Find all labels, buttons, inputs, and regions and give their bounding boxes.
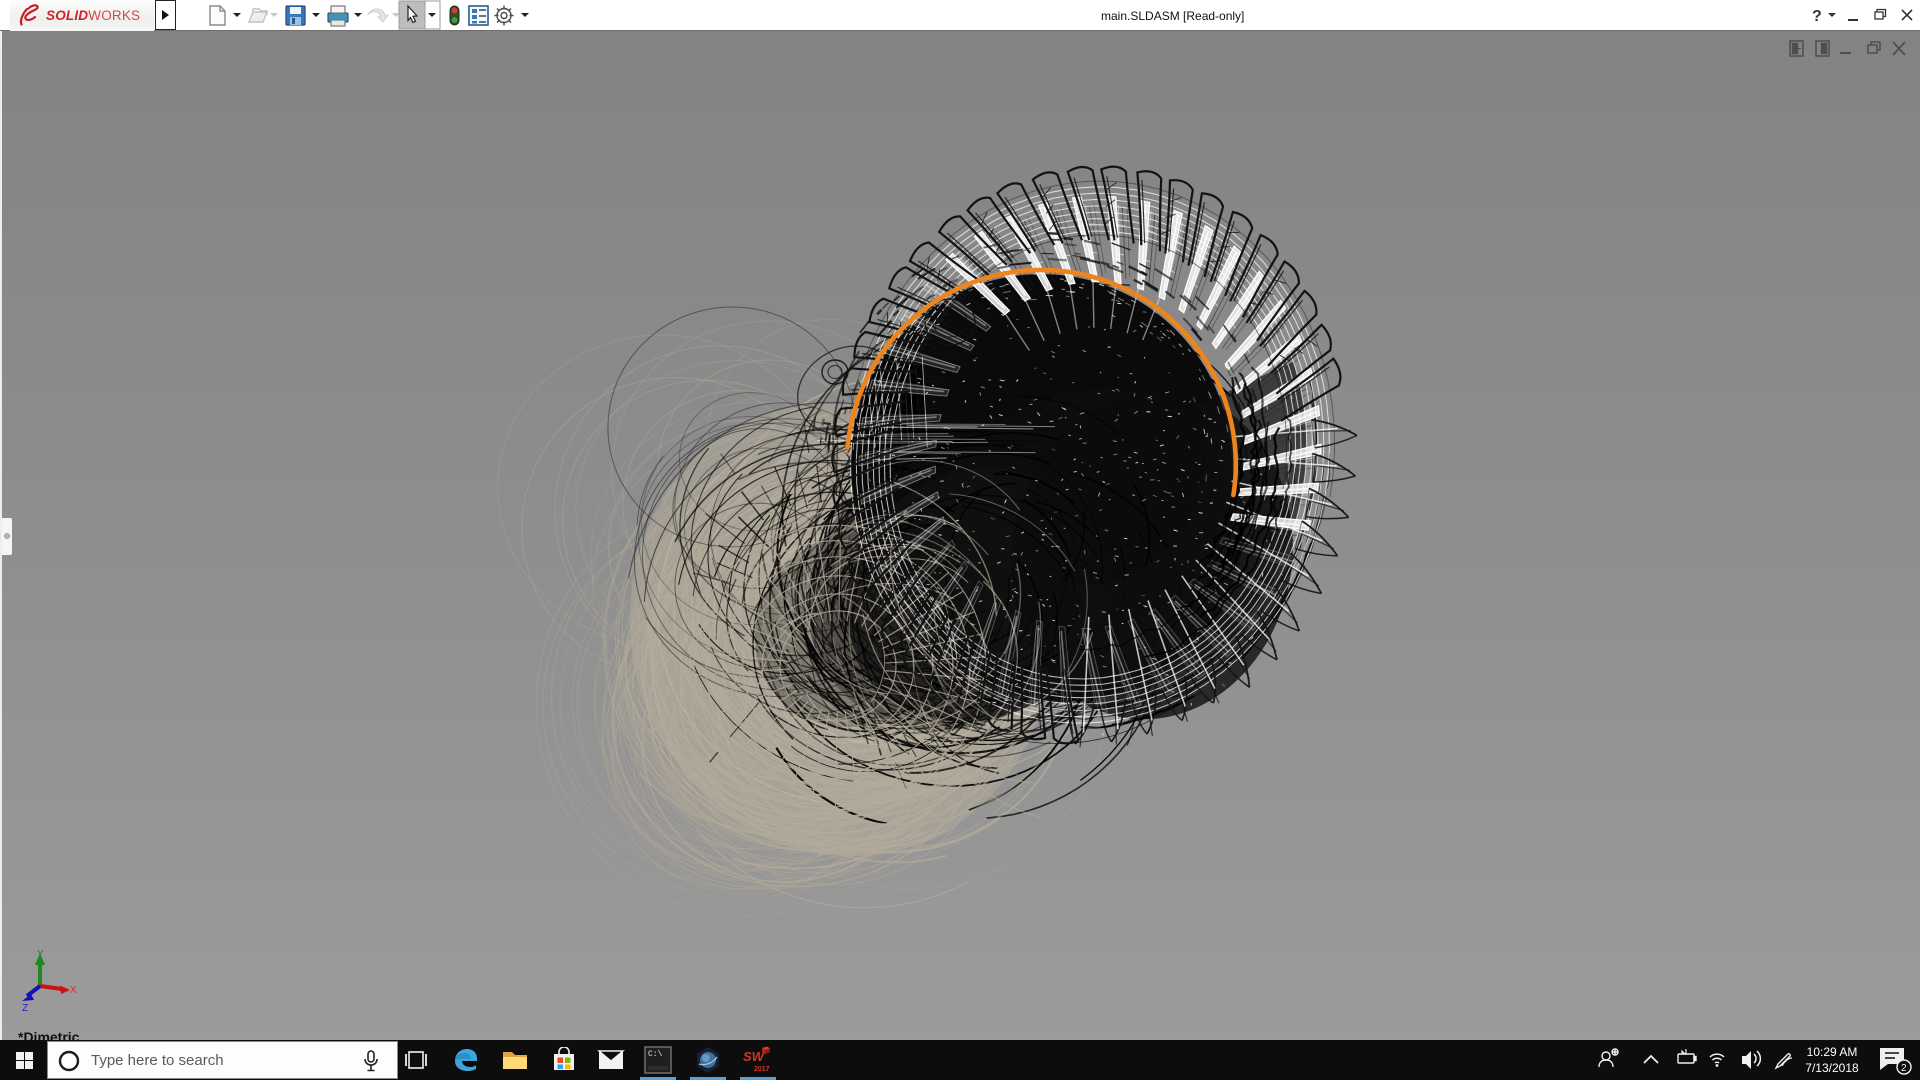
svg-text:X: X: [70, 985, 77, 996]
svg-text:C:\: C:\: [648, 1050, 663, 1059]
svg-text:Z: Z: [22, 1003, 28, 1014]
svg-text:?: ?: [1812, 8, 1822, 25]
svg-text:2: 2: [1901, 1063, 1907, 1074]
svg-text:2017: 2017: [754, 1066, 770, 1073]
